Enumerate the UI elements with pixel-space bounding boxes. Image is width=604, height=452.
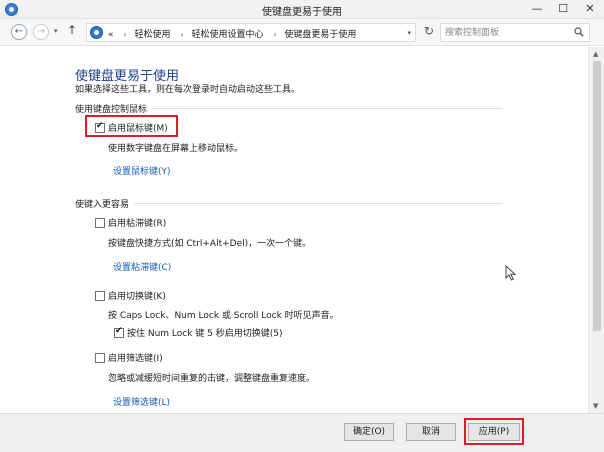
scroll-up-icon[interactable]: ▲ — [593, 50, 598, 58]
breadcrumb-separator[interactable]: › — [180, 30, 183, 39]
mousekeys-description: 使用数字键盘在屏幕上移动鼠标。 — [108, 144, 244, 154]
address-bar: ← → ▾ ↑ « › 轻松使用 › 轻松使用设置中心 › 使键盘更易于使用 ▾… — [0, 19, 604, 46]
breadcrumb[interactable]: « › 轻松使用 › 轻松使用设置中心 › 使键盘更易于使用 ▾ — [86, 23, 416, 42]
togglekeys-checkbox[interactable] — [95, 291, 105, 301]
section-heading-typing: 使键入更容易 — [75, 200, 130, 210]
breadcrumb-separator[interactable]: › — [123, 30, 126, 39]
ok-button[interactable]: 确定(O) — [344, 423, 394, 441]
section-divider — [134, 203, 502, 204]
breadcrumb-separator[interactable]: › — [273, 30, 276, 39]
breadcrumb-item-ease-of-access[interactable]: 轻松使用 — [134, 30, 170, 40]
forward-button[interactable]: → — [33, 24, 49, 40]
back-button[interactable]: ← — [11, 24, 27, 40]
recent-pages-dropdown-icon[interactable]: ▾ — [54, 27, 58, 35]
togglekeys-description: 按 Caps Lock、Num Lock 或 Scroll Lock 时听见声音… — [108, 311, 339, 321]
breadcrumb-item-ease-of-access-center[interactable]: 轻松使用设置中心 — [191, 30, 263, 40]
mouse-cursor-icon — [505, 265, 517, 281]
filterkeys-label[interactable]: 启用筛选键(I) — [108, 351, 163, 364]
close-button[interactable]: ✕ — [576, 0, 604, 19]
stickykeys-description: 按键盘快捷方式(如 Ctrl+Alt+Del)，一次一个键。 — [108, 239, 312, 249]
cancel-button[interactable]: 取消 — [406, 423, 456, 441]
section-heading-mouse: 使用键盘控制鼠标 — [75, 105, 148, 115]
scrollbar-thumb[interactable] — [593, 61, 601, 331]
set-up-mousekeys-link[interactable]: 设置鼠标键(Y) — [113, 164, 171, 177]
togglekeys-numlock-checkbox[interactable] — [114, 326, 124, 338]
breadcrumb-path: « › 轻松使用 › 轻松使用设置中心 › 使键盘更易于使用 — [108, 27, 358, 40]
section-divider — [152, 108, 502, 109]
page-subtitle: 如果选择这些工具，则在每次登录时自动启动这些工具。 — [75, 85, 301, 95]
stickykeys-checkbox[interactable] — [95, 218, 105, 228]
search-input[interactable] — [445, 26, 570, 39]
highlight-box — [464, 418, 524, 445]
search-icon[interactable] — [574, 27, 584, 37]
togglekeys-numlock-label[interactable]: 按住 Num Lock 键 5 秒启用切换键(5) — [127, 326, 283, 339]
main-content: 使键盘更易于使用 如果选择这些工具，则在每次登录时自动启动这些工具。 使用键盘控… — [0, 47, 588, 413]
filterkeys-checkbox[interactable] — [95, 353, 105, 363]
breadcrumb-overflow[interactable]: « — [108, 30, 114, 40]
maximize-button[interactable]: ☐ — [550, 0, 576, 19]
set-up-filterkeys-link[interactable]: 设置筛选键(L) — [113, 395, 170, 408]
button-bar: 确定(O) 取消 应用(P) — [0, 413, 604, 452]
title-bar: 使键盘更易于使用 — ☐ ✕ — [0, 0, 604, 19]
control-panel-icon — [90, 26, 103, 39]
search-box[interactable] — [440, 23, 590, 42]
filterkeys-description: 忽略或减缓短时间重复的击键，调整键盘重复速度。 — [108, 374, 316, 384]
vertical-scrollbar[interactable]: ▲ ▼ — [588, 47, 604, 413]
breadcrumb-item-keyboard[interactable]: 使键盘更易于使用 — [284, 30, 356, 40]
scroll-down-icon[interactable]: ▼ — [593, 402, 598, 410]
refresh-icon[interactable]: ↻ — [421, 24, 437, 40]
window-title: 使键盘更易于使用 — [262, 7, 342, 18]
set-up-stickykeys-link[interactable]: 设置粘滞键(C) — [113, 260, 171, 273]
address-dropdown-icon[interactable]: ▾ — [407, 29, 411, 37]
highlight-box — [85, 115, 178, 137]
togglekeys-label[interactable]: 启用切换键(K) — [108, 289, 166, 302]
minimize-button[interactable]: — — [524, 0, 550, 19]
stickykeys-label[interactable]: 启用粘滞键(R) — [108, 216, 166, 229]
up-button[interactable]: ↑ — [67, 23, 77, 37]
